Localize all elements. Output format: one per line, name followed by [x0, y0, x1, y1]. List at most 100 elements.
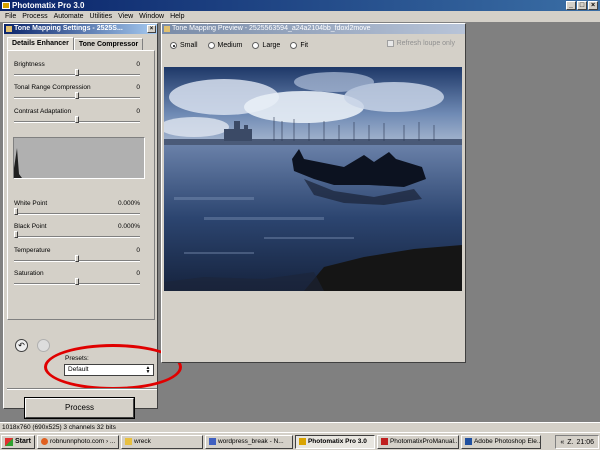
task-label: Adobe Photoshop Ele... — [473, 437, 541, 445]
slider-label: White Point — [14, 200, 48, 207]
settings-tabs: Details Enhancer Tone Compressor — [7, 37, 144, 50]
menu-view[interactable]: View — [115, 11, 136, 22]
menu-help[interactable]: Help — [167, 11, 187, 22]
slider-value: 0 — [136, 247, 140, 254]
maximize-icon[interactable]: □ — [577, 1, 587, 10]
task-label: robnunnphoto.com › ... — [49, 437, 116, 445]
slider-label: Contrast Adaptation — [14, 108, 72, 115]
size-label: Small — [180, 42, 198, 49]
task-label: wordpress_break - N... — [217, 437, 284, 445]
preview-photo — [164, 67, 462, 291]
folder-icon — [124, 438, 132, 445]
size-large-radio[interactable]: Large — [252, 42, 280, 49]
task-label: PhotomatixProManual... — [389, 437, 459, 445]
white-point-slider[interactable] — [14, 213, 140, 215]
taskbar-item-browser[interactable]: robnunnphoto.com › ... — [36, 434, 119, 449]
close-icon[interactable]: × — [147, 25, 156, 33]
menu-utilities[interactable]: Utilities — [87, 11, 116, 22]
menu-automate[interactable]: Automate — [51, 11, 87, 22]
slider-label: Saturation — [14, 270, 44, 277]
black-point-slider[interactable] — [14, 236, 140, 238]
size-label: Fit — [300, 42, 309, 49]
radio-icon — [170, 42, 177, 49]
firefox-icon — [40, 438, 48, 445]
undo-icon: ↶ — [18, 341, 25, 350]
windows-logo-icon — [5, 437, 13, 446]
menu-bar: File Process Automate Utilities View Win… — [0, 11, 600, 22]
slider-thumb[interactable] — [75, 69, 79, 76]
menu-window[interactable]: Window — [136, 11, 167, 22]
size-medium-radio[interactable]: Medium — [207, 42, 243, 49]
task-label: Photomatix Pro 3.0 — [307, 437, 367, 445]
photomatix-icon — [298, 438, 306, 445]
histogram — [13, 137, 145, 179]
settings-title-bar[interactable]: Tone Mapping Settings - 2525S... × — [4, 24, 157, 34]
taskbar-item-photoshop[interactable]: Adobe Photoshop Ele... — [460, 434, 541, 449]
menu-file[interactable]: File — [2, 11, 19, 22]
size-fit-radio[interactable]: Fit — [290, 42, 308, 49]
slider-value: 0.000% — [117, 200, 140, 207]
language-indicator[interactable]: Z. — [567, 439, 573, 446]
tab-tone-compressor[interactable]: Tone Compressor — [73, 38, 144, 50]
tone-mapping-settings-panel: Tone Mapping Settings - 2525S... × Detai… — [3, 23, 182, 419]
preview-title-bar[interactable]: Tone Mapping Preview - 2525563594_a24a21… — [162, 24, 465, 34]
tone-mapping-preview-window: Tone Mapping Preview - 2525563594_a24a21… — [161, 23, 466, 363]
size-small-radio[interactable]: Small — [170, 42, 198, 49]
slider-value: 0.000% — [117, 223, 140, 230]
tab-details-enhancer[interactable]: Details Enhancer — [7, 37, 74, 50]
radio-icon — [290, 42, 298, 49]
preview-title: Tone Mapping Preview - 2525563594_a24a21… — [172, 25, 371, 32]
divider — [7, 388, 157, 390]
start-button[interactable]: Start — [1, 434, 35, 449]
redo-button[interactable] — [37, 339, 50, 352]
slider-value: 0 — [136, 84, 140, 91]
slider-thumb[interactable] — [75, 116, 79, 123]
refresh-label: Refresh loupe only — [396, 40, 455, 47]
slider-thumb[interactable] — [14, 208, 18, 215]
tray-expand-icon[interactable]: « — [560, 439, 564, 446]
pdf-icon — [380, 438, 388, 445]
taskbar-item-wordpress[interactable]: wordpress_break - N... — [204, 434, 293, 449]
slider-label: Black Point — [14, 223, 47, 230]
clock: 21:06 — [576, 438, 594, 446]
slider-thumb[interactable] — [75, 92, 79, 99]
settings-title: Tone Mapping Settings - 2525S... — [14, 25, 123, 32]
taskbar-item-manual[interactable]: PhotomatixProManual... — [376, 434, 459, 449]
notepad-icon — [208, 438, 216, 445]
start-label: Start — [15, 437, 31, 445]
app-title-bar[interactable]: Photomatix Pro 3.0 _ □ × — [0, 0, 600, 11]
slider-value: 0 — [136, 270, 140, 277]
system-tray: « Z. 21:06 — [555, 435, 599, 449]
refresh-loupe-checkbox[interactable]: Refresh loupe only — [386, 40, 455, 47]
preview-icon — [164, 26, 170, 32]
taskbar-item-wreck[interactable]: wreck — [120, 434, 203, 449]
slider-label: Brightness — [14, 61, 45, 68]
taskbar: Start robnunnphoto.com › ... wreck wordp… — [0, 432, 600, 450]
size-label: Medium — [217, 42, 243, 49]
status-bar: 1018x760 (690x525) 3 channels 32 bits — [0, 422, 600, 432]
histogram-graph — [14, 148, 144, 178]
checkbox-icon — [386, 40, 394, 47]
taskbar-item-photomatix[interactable]: Photomatix Pro 3.0 — [294, 434, 375, 449]
size-label: Large — [262, 42, 281, 49]
app-icon — [2, 2, 10, 9]
radio-icon — [252, 42, 260, 49]
panel-icon — [6, 26, 12, 32]
photoshop-icon — [464, 438, 472, 445]
slider-thumb[interactable] — [75, 278, 79, 285]
menu-process[interactable]: Process — [19, 11, 50, 22]
process-button[interactable]: Process — [24, 397, 135, 419]
slider-value: 0 — [136, 61, 140, 68]
slider-label: Temperature — [14, 247, 51, 254]
slider-thumb[interactable] — [75, 255, 79, 262]
task-label: wreck — [133, 437, 151, 445]
minimize-icon[interactable]: _ — [566, 1, 576, 10]
slider-label: Tonal Range Compression — [14, 84, 91, 91]
app-title: Photomatix Pro 3.0 — [12, 1, 85, 10]
close-icon[interactable]: × — [588, 1, 598, 10]
undo-button[interactable]: ↶ — [15, 339, 28, 352]
radio-icon — [207, 42, 215, 49]
slider-value: 0 — [136, 108, 140, 115]
preview-size-options: Small Medium Large Fit — [170, 42, 308, 49]
slider-thumb[interactable] — [14, 231, 18, 238]
